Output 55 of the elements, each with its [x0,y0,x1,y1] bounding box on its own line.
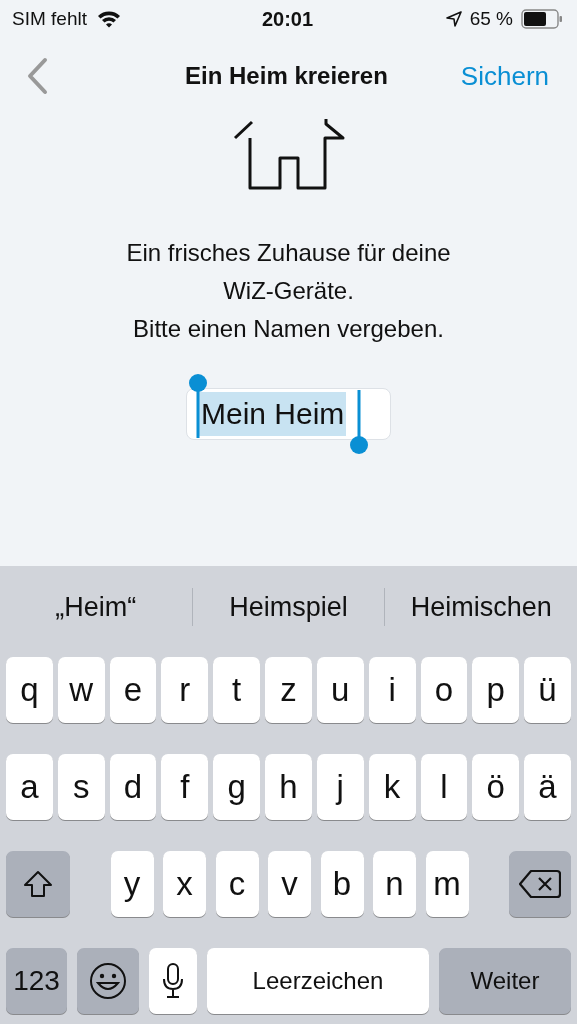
keyboard-key[interactable]: d [109,754,157,820]
keyboard-key[interactable]: v [268,851,311,917]
shift-icon [23,870,53,898]
keyboard-key[interactable]: n [373,851,416,917]
keyboard-key[interactable]: w [57,657,105,723]
house-icon [232,118,345,190]
keyboard-key[interactable]: s [57,754,105,820]
shift-key[interactable] [6,851,70,917]
return-key[interactable]: Weiter [439,948,571,1014]
battery-percentage: 65 % [469,8,513,30]
keyboard-key[interactable]: ö [472,754,520,820]
space-key[interactable]: Leerzeichen [207,948,429,1014]
keyboard-key[interactable]: l [420,754,468,820]
clock: 20:01 [261,7,314,31]
word-suggestion[interactable]: Heimspiel [192,591,385,623]
chevron-left-icon [26,57,48,95]
emoji-key[interactable] [77,948,139,1014]
keyboard-key[interactable]: e [109,657,157,723]
location-icon [445,11,462,27]
keyboard-key[interactable]: j [316,754,364,820]
keyboard-key[interactable]: ä [524,754,571,820]
word-suggestion[interactable]: Heimischen [385,591,577,623]
keyboard-key[interactable]: f [161,754,209,820]
keyboard-key[interactable]: ü [524,657,571,723]
keyboard-key[interactable]: o [420,657,468,723]
keyboard-key[interactable]: r [161,657,209,723]
keyboard-key[interactable]: b [320,851,364,917]
wifi-icon [97,10,121,28]
keyboard-key[interactable]: t [213,657,261,723]
dictation-key[interactable] [149,948,197,1014]
keyboard-key[interactable]: h [265,754,312,820]
keyboard-key[interactable]: c [215,851,259,917]
keyboard-key[interactable]: y [110,851,154,917]
microphone-icon [162,963,184,999]
keyboard-key[interactable]: q [6,657,53,723]
delete-key[interactable] [509,851,571,917]
keyboard-key[interactable]: a [6,754,53,820]
keyboard-key[interactable]: g [213,754,261,820]
name-input-field[interactable]: Mein Heim [186,388,391,440]
selection-end-handle[interactable] [350,390,368,454]
word-suggestion[interactable]: „Heim“ [0,591,192,623]
keyboard-key[interactable]: k [368,754,416,820]
screen-title: Ein Heim kreieren [184,62,389,90]
carrier-label: SIM fehlt [12,8,87,30]
keyboard-key[interactable]: u [316,657,364,723]
keyboard-key[interactable]: z [265,657,312,723]
backspace-icon [519,869,561,899]
keyboard-key[interactable]: p [472,657,520,723]
keyboard-key[interactable]: m [425,851,469,917]
keyboard-key[interactable]: i [368,657,416,723]
instruction-text: Ein frisches Zuhause für deine WiZ-Geräte. Bitte einen Namen vergeben. [125,238,452,344]
keyboard-key[interactable]: x [163,851,206,917]
battery-icon [521,9,563,29]
smiley-icon [89,962,127,1000]
numbers-key[interactable]: 123 [6,948,67,1014]
